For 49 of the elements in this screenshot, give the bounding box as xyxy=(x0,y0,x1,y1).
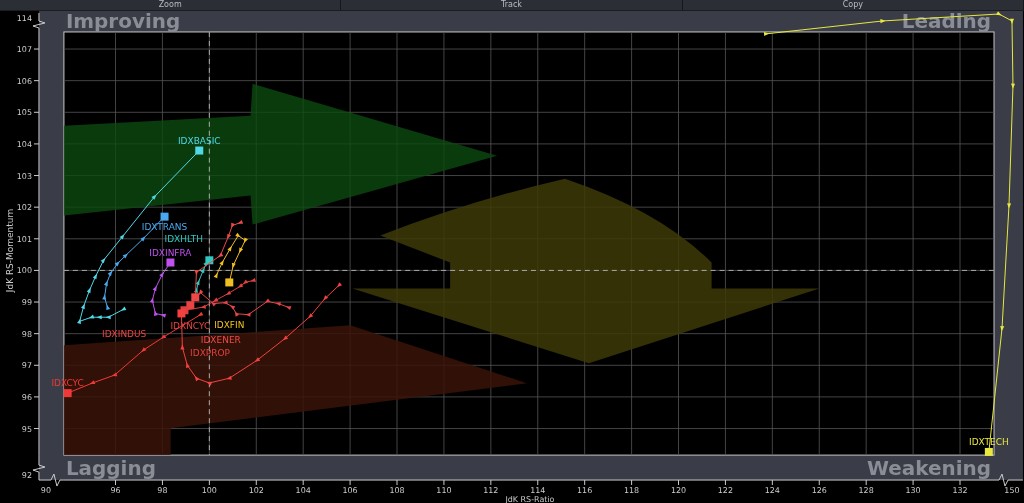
x-tick-label: 102 xyxy=(248,486,264,495)
quadrant-label: Lagging xyxy=(65,456,156,481)
x-tick-label: 126 xyxy=(811,486,827,495)
y-tick-label: 104 xyxy=(16,139,32,149)
y-tick-label: 102 xyxy=(16,203,32,213)
y-tick-label: 100 xyxy=(16,266,32,276)
series-label: IDXFIN xyxy=(214,320,245,331)
x-tick-label: 116 xyxy=(577,486,593,495)
x-tick-label: 124 xyxy=(764,486,780,495)
x-tick-label: 100 xyxy=(201,486,217,495)
y-tick-label: 92 xyxy=(21,471,32,481)
x-tick-label: 106 xyxy=(342,486,358,495)
x-tick-label: 104 xyxy=(295,486,311,495)
x-tick-label: 120 xyxy=(670,486,687,495)
y-tick-label: 105 xyxy=(16,108,32,118)
x-tick-label: 118 xyxy=(624,486,640,495)
x-tick-label: 112 xyxy=(483,486,499,495)
quadrant-label: Improving xyxy=(65,11,181,33)
y-tick-label: 98 xyxy=(21,329,32,339)
series-label: IDXINFRA xyxy=(149,247,192,258)
y-tick-label: 97 xyxy=(21,361,32,371)
x-tick-label: 114 xyxy=(530,486,546,495)
y-axis-title: JdK RS-Momentum xyxy=(5,208,15,293)
series-label: IDXTRANS xyxy=(141,221,188,232)
quadrant-label: Weakening xyxy=(867,456,992,481)
x-tick-label: 98 xyxy=(157,486,168,495)
y-tick-label: 106 xyxy=(16,76,32,86)
series-label: IDXPROP xyxy=(190,348,230,359)
x-tick-label: 96 xyxy=(110,486,121,495)
y-tick-label: 103 xyxy=(16,171,32,181)
y-tick-label: 99 xyxy=(21,298,32,308)
y-tick-label: 95 xyxy=(21,424,32,434)
x-tick-label: 128 xyxy=(858,486,874,495)
x-tick-label: 150 xyxy=(1004,486,1020,495)
x-tick-label: 90 xyxy=(40,486,51,495)
series-label: IDXHLTH xyxy=(164,234,203,245)
y-tick-label: 114 xyxy=(16,14,32,23)
series-label: IDXENER xyxy=(200,335,241,346)
y-tick-label: 107 xyxy=(16,45,32,55)
series-label: IDXINDUS xyxy=(102,329,147,340)
x-tick-label: 110 xyxy=(436,486,452,495)
x-tick-label: 122 xyxy=(717,486,734,495)
y-tick-label: 101 xyxy=(16,234,32,244)
x-tick-label: 108 xyxy=(389,486,405,495)
x-axis-title: JdK RS-Ratio xyxy=(505,495,555,503)
x-tick-label: 132 xyxy=(952,486,968,495)
y-tick-label: 96 xyxy=(21,392,32,402)
series-label: IDXBASIC xyxy=(177,135,221,146)
x-tick-label: 130 xyxy=(905,486,921,495)
